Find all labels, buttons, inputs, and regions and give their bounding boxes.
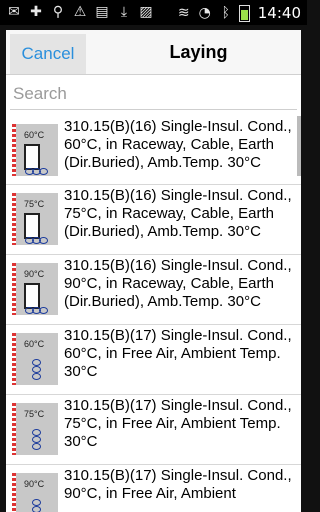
- search-input[interactable]: Search: [10, 78, 297, 110]
- usb-icon: ⚲: [52, 4, 64, 20]
- raceway-60-icon: 60°C: [12, 124, 58, 176]
- list-item[interactable]: 90°C 310.15(B)(17) Single-Insul. Cond., …: [6, 465, 301, 512]
- list-item[interactable]: 75°C 310.15(B)(16) Single-Insul. Cond., …: [6, 185, 301, 255]
- list-item-label: 310.15(B)(16) Single-Insul. Cond., 60°C,…: [64, 118, 292, 171]
- list-item[interactable]: 90°C 310.15(B)(16) Single-Insul. Cond., …: [6, 255, 301, 325]
- raceway-75-icon: 75°C: [12, 193, 58, 245]
- list-item-label: 310.15(B)(17) Single-Insul. Cond., 90°C,…: [64, 467, 292, 502]
- list-item-label: 310.15(B)(16) Single-Insul. Cond., 90°C,…: [64, 257, 292, 310]
- download-icon: ⤓: [120, 4, 128, 20]
- sd-card-icon: ▤: [95, 4, 109, 20]
- raceway-90-icon: 90°C: [12, 263, 58, 315]
- laying-list: 60°C 310.15(B)(16) Single-Insul. Cond., …: [6, 116, 301, 512]
- image-icon: ▨: [139, 4, 153, 20]
- bluetooth-icon: ᛒ: [221, 5, 230, 21]
- laying-dialog: Cancel Laying Search 60°C 310.15(B)(16) …: [6, 30, 301, 512]
- free-air-90-icon: 90°C: [12, 473, 58, 512]
- free-air-60-icon: 60°C: [12, 333, 58, 385]
- cancel-button[interactable]: Cancel: [10, 34, 86, 74]
- list-item-label: 310.15(B)(17) Single-Insul. Cond., 60°C,…: [64, 327, 292, 380]
- mail-icon: ✉: [8, 4, 20, 20]
- list-item[interactable]: 75°C 310.15(B)(17) Single-Insul. Cond., …: [6, 395, 301, 465]
- system-icons: ≋ ◔ ᛒ 14:40: [176, 4, 301, 22]
- status-bar: ✉ ✚ ⚲ ⚠ ▤ ⤓ ▨ ≋ ◔ ᛒ 14:40: [0, 0, 307, 25]
- dialog-title: Laying: [169, 42, 228, 62]
- wifi-icon: ◔: [198, 5, 211, 21]
- scrollbar[interactable]: [297, 116, 301, 176]
- battery-icon: [238, 4, 250, 22]
- list-item-label: 310.15(B)(17) Single-Insul. Cond., 75°C,…: [64, 397, 292, 450]
- list-item[interactable]: 60°C 310.15(B)(17) Single-Insul. Cond., …: [6, 325, 301, 395]
- clock: 14:40: [257, 4, 301, 22]
- warning-icon: ⚠: [73, 4, 87, 20]
- signal-icon: ≋: [177, 5, 190, 21]
- list-item-label: 310.15(B)(16) Single-Insul. Cond., 75°C,…: [64, 187, 292, 240]
- free-air-75-icon: 75°C: [12, 403, 58, 455]
- dialog-header: Cancel Laying: [6, 30, 301, 75]
- plus-icon: ✚: [30, 4, 42, 20]
- list-item[interactable]: 60°C 310.15(B)(16) Single-Insul. Cond., …: [6, 116, 301, 185]
- notification-icons: ✉ ✚ ⚲ ⚠ ▤ ⤓ ▨: [6, 4, 154, 20]
